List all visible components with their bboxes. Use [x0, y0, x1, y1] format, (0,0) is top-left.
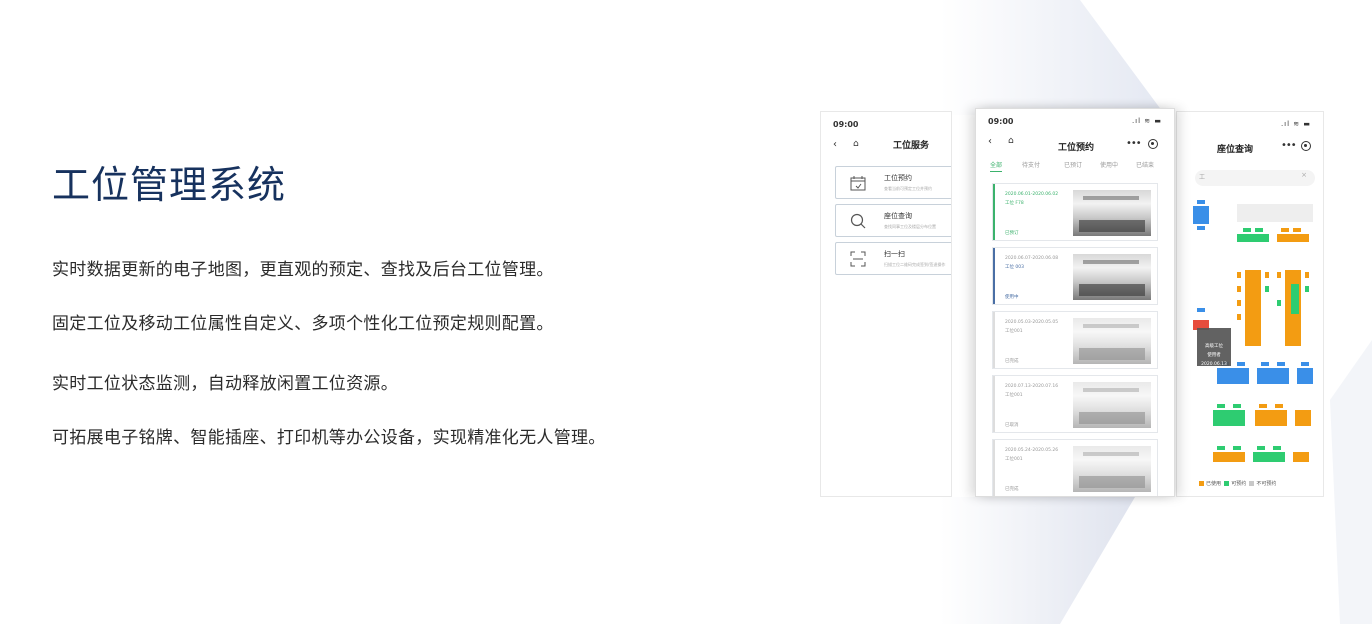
reservation-card[interactable]: 2020.06.07-2020.06.08 工位 003 使用中	[992, 247, 1158, 305]
close-mini-program-icon[interactable]	[1301, 141, 1311, 151]
search-icon	[850, 213, 866, 229]
legend-label: 不可预约	[1256, 481, 1277, 487]
phone-seat-query: .ıl ≋ ▬ 座位查询 ••• 工 × 高级工位 使用者 2020.06.13…	[1176, 111, 1324, 497]
tooltip-line: 2020.06.13	[1201, 362, 1227, 367]
reservation-seat: 工位001	[1005, 329, 1023, 334]
seat-tooltip: 高级工位 使用者 2020.06.13	[1197, 342, 1231, 369]
tab-in-use[interactable]: 使用中	[1100, 160, 1118, 169]
service-desc: 查看当前可预定工位并预约	[884, 186, 932, 191]
back-icon[interactable]: ‹	[833, 139, 837, 150]
reservation-card[interactable]: 2020.05.03-2020.05.05 工位001 已完成	[992, 311, 1158, 369]
tab-pending-payment[interactable]: 待支付	[1022, 160, 1040, 169]
more-icon[interactable]: •••	[1126, 138, 1142, 149]
reservation-date: 2020.05.03-2020.05.05	[1005, 320, 1059, 325]
reservation-card[interactable]: 2020.07.13-2020.07.16 工位001 已取消	[992, 375, 1158, 433]
nav-title: 工位预约	[1058, 143, 1095, 153]
service-card-reserve[interactable]: 工位预约 查看当前可预定工位并预约	[835, 166, 951, 199]
reservation-seat: 工位001	[1005, 393, 1023, 398]
feature-text-1: 实时数据更新的电子地图，更直观的预定、查找及后台工位管理。	[52, 260, 554, 280]
status-time: 09:00	[833, 120, 859, 129]
search-input[interactable]: 工 ×	[1195, 170, 1315, 186]
office-photo	[1073, 190, 1151, 236]
nav-title: 工位服务	[893, 141, 930, 151]
reservation-status: 使用中	[1005, 295, 1019, 300]
close-mini-program-icon[interactable]	[1148, 139, 1158, 149]
nav-title: 座位查询	[1217, 145, 1254, 155]
reservation-status: 已完成	[1005, 487, 1019, 492]
signal-icon: .ıl ≋ ▬	[1280, 120, 1311, 128]
tooltip-line: 使用者	[1207, 353, 1221, 358]
reservation-card[interactable]: 2020.06.01-2020.06.02 工位 F78 已预订	[992, 183, 1158, 241]
reservation-date: 2020.06.07-2020.06.08	[1005, 256, 1059, 261]
status-bar	[993, 184, 995, 240]
tab-all[interactable]: 全部	[990, 160, 1003, 172]
reservation-seat: 工位001	[1005, 457, 1023, 462]
office-photo	[1073, 318, 1151, 364]
legend-swatch-used	[1199, 481, 1204, 486]
signal-icon: .ıl ≋ ▬	[1131, 117, 1162, 125]
legend: 已使用 可预约 不可预约	[1199, 480, 1276, 487]
status-bar	[993, 376, 995, 432]
legend-swatch-unavailable	[1249, 481, 1255, 486]
tooltip-line: 高级工位	[1205, 344, 1223, 349]
reservation-status: 已完成	[1005, 359, 1019, 364]
legend-label: 已使用	[1206, 481, 1222, 487]
service-desc: 扫描工位二维码完成签到/签退操作	[884, 262, 946, 267]
reservation-date: 2020.06.01-2020.06.02	[1005, 192, 1059, 197]
feature-text-4: 可拓展电子铭牌、智能插座、打印机等办公设备，实现精准化无人管理。	[52, 428, 606, 448]
office-photo	[1073, 254, 1151, 300]
service-label: 扫一扫	[884, 250, 905, 258]
legend-swatch-available	[1224, 481, 1230, 486]
reservation-seat: 工位 F78	[1005, 201, 1024, 206]
status-time: 09:00	[988, 117, 1014, 126]
home-icon[interactable]: ⌂	[853, 139, 859, 149]
reservation-tabs: 全部 待支付 已预订 使用中 已结束	[982, 160, 1162, 174]
feature-text-3: 实时工位状态监测，自动释放闲置工位资源。	[52, 374, 398, 394]
service-card-scan[interactable]: 扫一扫 扫描工位二维码完成签到/签退操作	[835, 242, 951, 275]
tab-finished[interactable]: 已结束	[1136, 160, 1154, 169]
search-input-text: 工	[1199, 174, 1206, 181]
phone-workspace-reservation: 09:00 .ıl ≋ ▬ ‹ ⌂ 工位预约 ••• 全部 待支付 已预订 使用…	[975, 108, 1175, 497]
legend-label: 可预约	[1231, 481, 1247, 487]
home-icon[interactable]: ⌂	[1008, 136, 1014, 146]
office-photo	[1073, 382, 1151, 428]
reservation-seat: 工位 003	[1005, 265, 1025, 270]
back-icon[interactable]: ‹	[988, 136, 992, 147]
service-desc: 查找同事工位及楼层分布位置	[884, 224, 936, 229]
tab-reserved[interactable]: 已预订	[1064, 160, 1082, 169]
office-photo	[1073, 446, 1151, 492]
status-bar	[993, 440, 995, 496]
clear-icon[interactable]: ×	[1301, 171, 1307, 179]
page-title: 工位管理系统	[52, 163, 287, 207]
reservation-card[interactable]: 2020.05.24-2020.05.26 工位001 已完成	[992, 439, 1158, 496]
status-bar	[993, 312, 995, 368]
scan-icon	[850, 251, 866, 267]
more-icon[interactable]: •••	[1281, 140, 1297, 151]
reservation-date: 2020.07.13-2020.07.16	[1005, 384, 1059, 389]
service-label: 工位预约	[884, 174, 912, 182]
service-card-seat-query[interactable]: 座位查询 查找同事工位及楼层分布位置	[835, 204, 951, 237]
status-bar	[993, 248, 995, 304]
reservation-date: 2020.05.24-2020.05.26	[1005, 448, 1059, 453]
seat-map[interactable]	[1193, 200, 1321, 468]
service-label: 座位查询	[884, 212, 912, 220]
reservation-status: 已取消	[1005, 423, 1019, 428]
feature-text-2: 固定工位及移动工位属性自定义、多项个性化工位预定规则配置。	[52, 314, 554, 334]
phone-workspace-service: 09:00 ‹ ⌂ 工位服务 工位预约 查看当前可预定工位并预约 座位查询 查找…	[820, 111, 952, 497]
calendar-icon	[850, 176, 866, 191]
reservation-status: 已预订	[1005, 231, 1019, 236]
